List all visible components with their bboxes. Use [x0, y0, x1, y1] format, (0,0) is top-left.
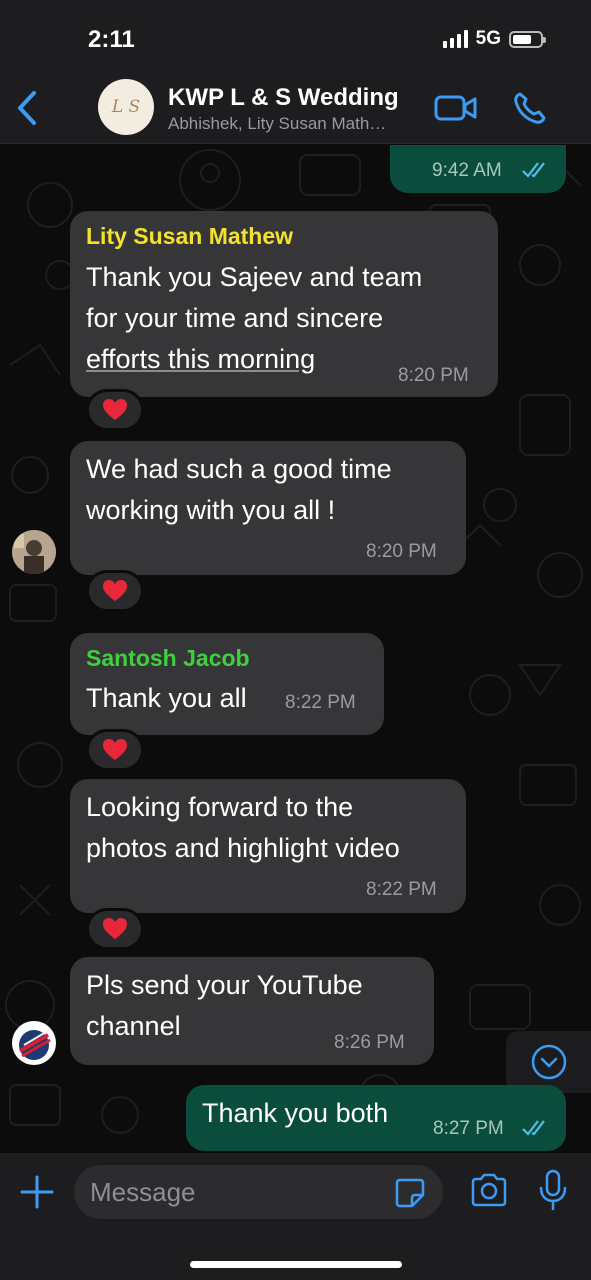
chat-subtitle[interactable]: Abhishek, Lity Susan Math…	[168, 114, 423, 134]
battery-icon	[509, 30, 546, 48]
status-bar: 2:11 5G	[0, 0, 591, 72]
double-check-icon	[522, 162, 545, 178]
group-avatar[interactable]: L S	[98, 79, 154, 135]
message-bubble-incoming[interactable]: Lity Susan Mathew Thank you Sajeev and t…	[70, 211, 498, 397]
message-time: 8:26 PM	[334, 1032, 405, 1053]
sticker-icon[interactable]	[394, 1177, 426, 1209]
message-text: channel	[86, 1011, 181, 1041]
reaction-heart-icon[interactable]	[86, 570, 144, 612]
message-time: 8:20 PM	[398, 365, 469, 386]
message-time: 8:27 PM	[433, 1118, 504, 1139]
reaction-heart-icon[interactable]	[86, 729, 144, 771]
message-text: Thank you Sajeev and team	[86, 262, 423, 292]
message-field[interactable]	[74, 1165, 443, 1219]
message-text: Thank you both	[202, 1098, 389, 1128]
microphone-icon[interactable]	[538, 1169, 568, 1211]
signal-icon	[442, 30, 468, 48]
message-text: efforts this morning	[86, 344, 316, 374]
message-text: Pls send your YouTube	[86, 970, 363, 1000]
reaction-heart-icon[interactable]	[86, 908, 144, 950]
message-time: 9:42 AM	[432, 160, 502, 181]
message-text: working with you all !	[86, 495, 336, 525]
message-bubble-incoming[interactable]: Santosh Jacob Thank you all 8:22 PM	[70, 633, 384, 735]
chevron-down-circle-icon	[531, 1044, 567, 1080]
chat-area[interactable]: 9:42 AM Lity Susan Mathew Thank you Saje…	[0, 145, 591, 1153]
message-time: 8:22 PM	[285, 692, 356, 713]
chat-title[interactable]: KWP L & S Wedding	[168, 84, 399, 112]
home-indicator	[190, 1261, 402, 1268]
message-text: Looking forward to the	[86, 792, 354, 822]
message-time: 8:20 PM	[366, 541, 437, 562]
status-indicators: 5G	[442, 28, 546, 50]
chevron-left-icon[interactable]	[12, 88, 42, 128]
message-text: for your time and sincere	[86, 303, 384, 333]
status-time: 2:11	[88, 26, 135, 53]
double-check-icon	[522, 1120, 545, 1136]
network-type: 5G	[475, 28, 501, 49]
message-text: photos and highlight video	[86, 833, 400, 863]
chat-header: L S KWP L & S Wedding Abhishek, Lity Sus…	[0, 72, 591, 144]
message-bubble-incoming[interactable]: We had such a good time working with you…	[70, 441, 466, 575]
phone-icon[interactable]	[512, 90, 548, 126]
sender-avatar[interactable]	[12, 530, 56, 574]
sender-name: Santosh Jacob	[86, 645, 250, 671]
composer-bar	[0, 1153, 591, 1280]
video-camera-icon[interactable]	[434, 92, 478, 124]
sender-name: Lity Susan Mathew	[86, 223, 294, 249]
message-bubble-outgoing[interactable]: Thank you both 8:27 PM	[186, 1085, 566, 1151]
message-input[interactable]	[90, 1165, 380, 1219]
sender-avatar[interactable]	[12, 1021, 56, 1065]
message-bubble-outgoing[interactable]: 9:42 AM	[390, 145, 566, 193]
message-time: 8:22 PM	[366, 879, 437, 900]
reaction-heart-icon[interactable]	[86, 389, 144, 431]
message-bubble-incoming[interactable]: Pls send your YouTube channel 8:26 PM	[70, 957, 434, 1065]
group-avatar-monogram: L S	[111, 97, 141, 117]
message-bubble-incoming[interactable]: Looking forward to the photos and highli…	[70, 779, 466, 913]
message-text: Thank you all	[86, 683, 247, 713]
camera-icon[interactable]	[470, 1173, 508, 1207]
scroll-to-bottom-button[interactable]	[506, 1031, 591, 1093]
plus-icon[interactable]	[18, 1173, 56, 1211]
message-text: We had such a good time	[86, 454, 392, 484]
